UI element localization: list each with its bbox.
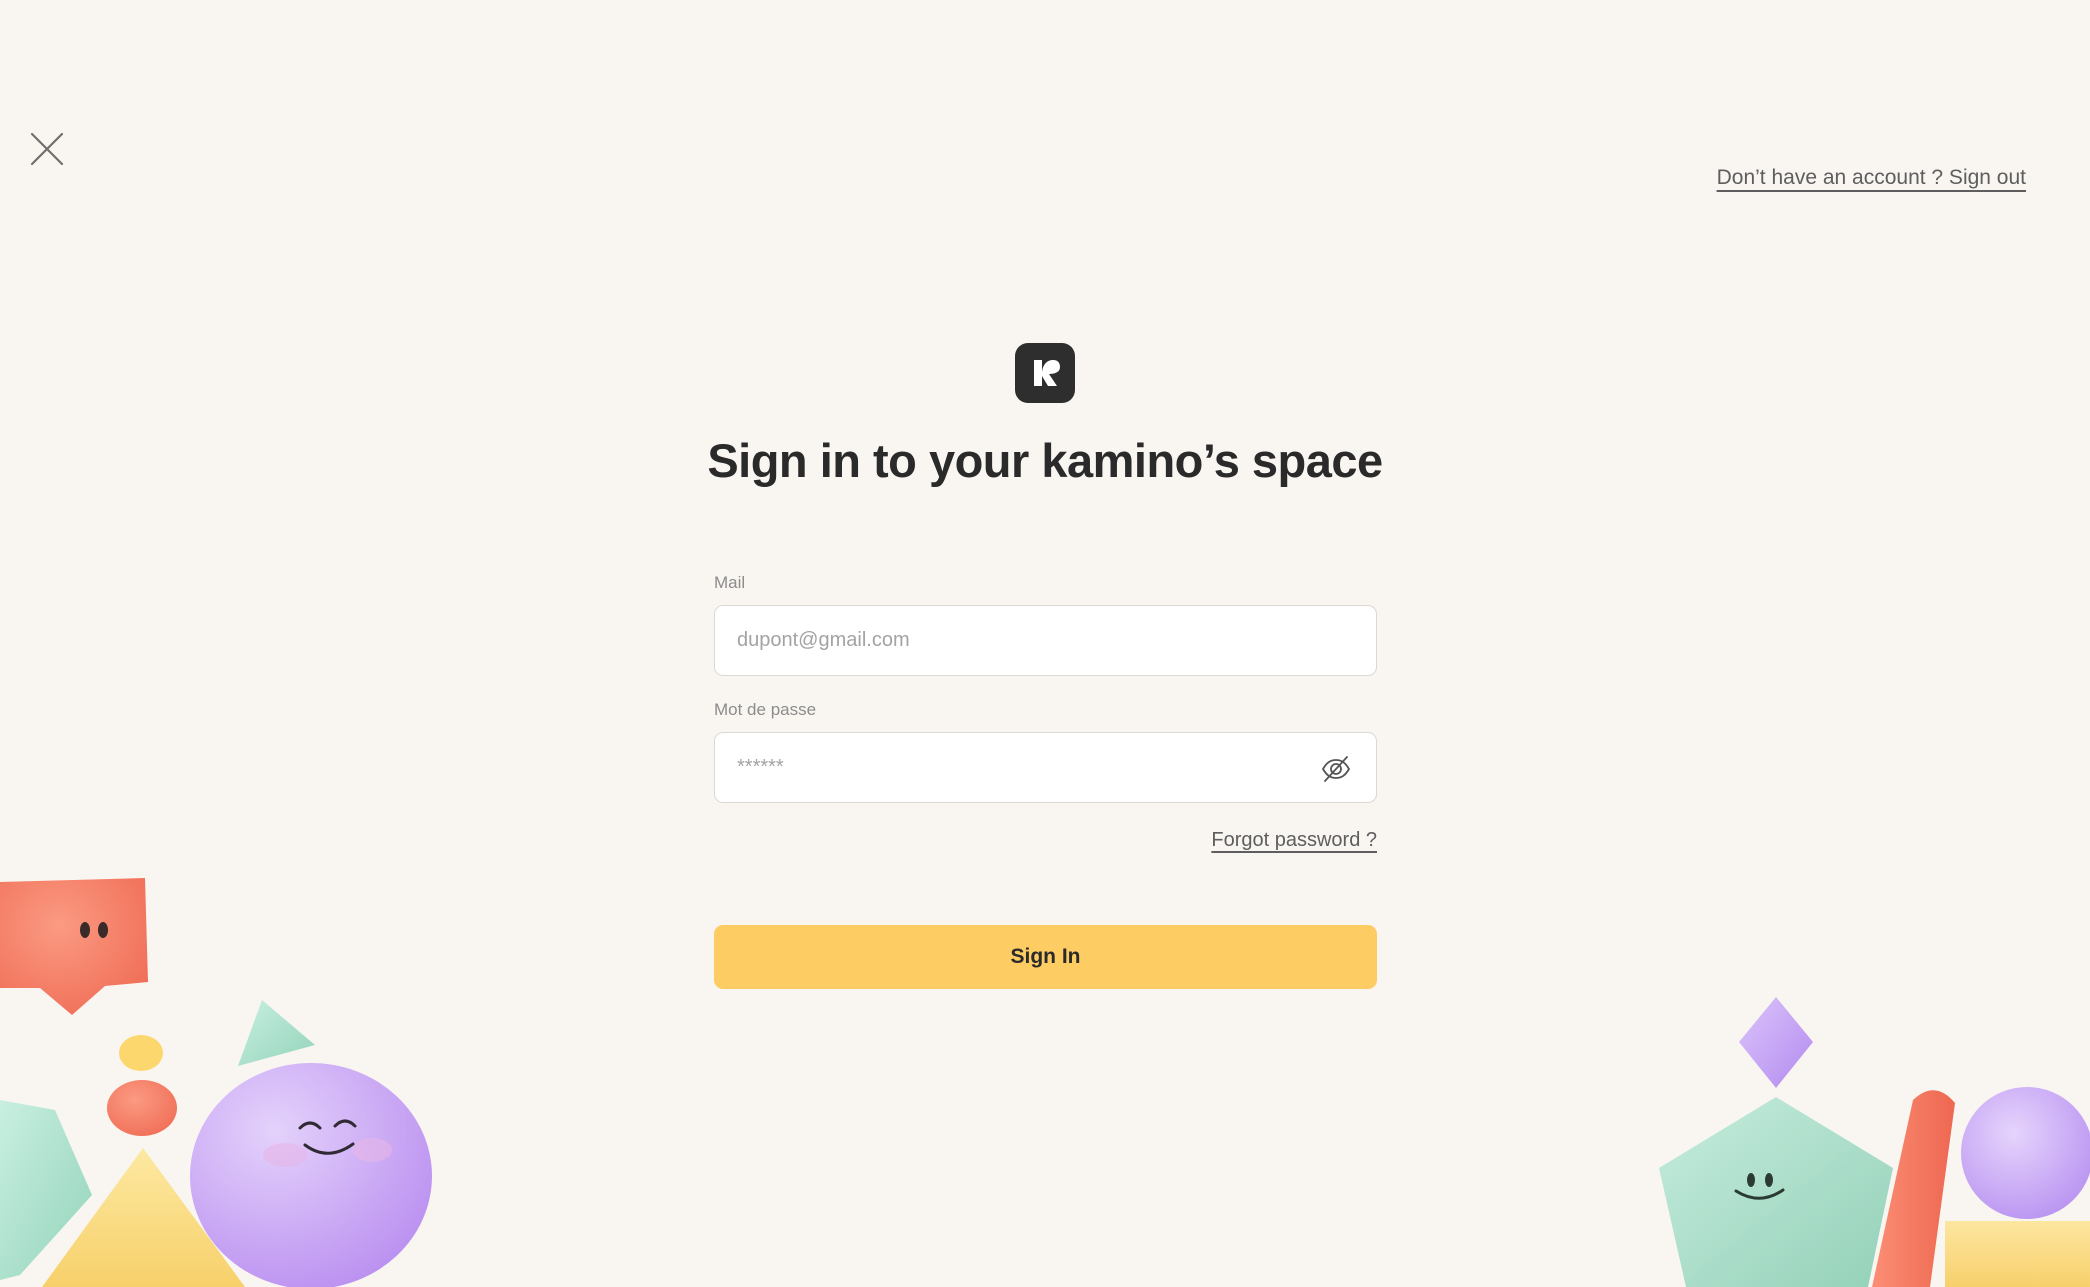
sign-in-form: Mail Mot de passe Forgot password ? Sign… [714,573,1377,989]
yellow-pebble-shape [119,1035,163,1071]
password-label: Mot de passe [714,700,817,719]
signup-link[interactable]: Don’t have an account ? Sign out [1717,166,2026,190]
password-input[interactable] [715,733,1297,801]
decorative-shapes-left [0,878,432,1287]
smiling-pentagon-character [1659,1097,1893,1287]
mail-field-wrapper [714,605,1377,676]
mint-triangle-shape [238,1000,315,1066]
kamino-logo [1015,343,1075,403]
smiling-sphere-character [190,1063,432,1287]
sign-in-button[interactable]: Sign In [714,925,1377,989]
password-visibility-toggle[interactable] [1320,753,1352,785]
coral-pebble-shape [107,1080,177,1136]
page-title: Sign in to your kamino’s space [707,434,1383,487]
speech-bubble-shape [0,878,148,1015]
close-icon [30,132,64,166]
password-field-wrapper [714,732,1377,803]
lavender-sphere-shape [1961,1087,2090,1219]
yellow-block-shape [1945,1221,2090,1287]
forgot-password-link[interactable]: Forgot password ? [1211,829,1377,852]
close-button[interactable] [28,130,66,168]
mail-input[interactable] [715,606,1297,674]
kamino-k-logo-icon [1034,360,1060,386]
lavender-diamond-shape [1739,997,1813,1088]
mail-label: Mail [714,573,746,592]
decorative-shapes-right [1659,997,2090,1287]
eye-off-icon [1321,756,1351,782]
